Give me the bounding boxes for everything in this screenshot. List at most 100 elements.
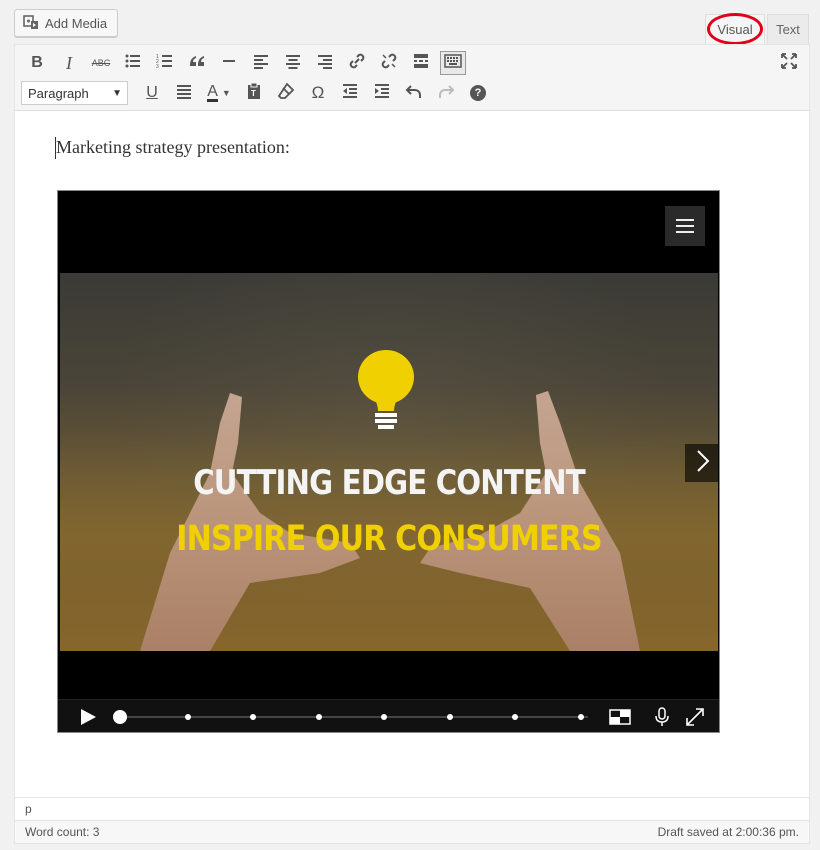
special-character-icon: Ω — [311, 83, 325, 102]
headline-2: INSPIRE OUR CONSUMERS — [176, 519, 602, 559]
word-count: Word count: 3 — [25, 825, 100, 839]
expand-icon — [684, 708, 706, 732]
tab-visual-label: Visual — [717, 22, 753, 37]
add-media-button[interactable]: Add Media — [14, 9, 118, 37]
redo-icon — [437, 82, 455, 105]
hamburger-icon-line — [676, 231, 694, 233]
play-icon — [78, 709, 98, 731]
next-slide-button[interactable] — [685, 444, 718, 482]
fullscreen-icon — [780, 52, 798, 75]
layout-icon — [609, 709, 631, 732]
audio-button[interactable] — [651, 706, 673, 728]
toolbar-toggle-icon — [444, 52, 462, 75]
align-right-button[interactable] — [309, 49, 341, 77]
outdent-button[interactable] — [334, 79, 366, 107]
paste-text-button[interactable]: T — [238, 79, 270, 107]
expand-button[interactable] — [684, 706, 706, 728]
toolbar-toggle-button[interactable] — [437, 49, 469, 77]
microphone-icon — [651, 707, 673, 732]
draft-saved-status: Draft saved at 2:00:36 pm. — [657, 825, 799, 839]
menu-button[interactable] — [665, 206, 705, 246]
slide-dot[interactable] — [447, 714, 453, 720]
italic-icon: I — [66, 52, 72, 73]
align-right-icon — [316, 52, 334, 75]
progress-knob[interactable] — [113, 710, 127, 724]
italic-button[interactable]: I — [53, 49, 85, 77]
underline-button[interactable]: U — [136, 79, 168, 107]
text-color-icon: A ▼ — [207, 84, 231, 102]
redo-button[interactable] — [430, 79, 462, 107]
editor-toolbar: B I ABC 123 Paragraph ▼ U A ▼ T Ω ? — [15, 45, 809, 111]
clear-formatting-button[interactable] — [270, 79, 302, 107]
bulleted-list-button[interactable] — [117, 49, 149, 77]
align-center-icon — [284, 52, 302, 75]
slide-dot[interactable] — [512, 714, 518, 720]
paste-text-icon: T — [245, 82, 263, 105]
numbered-list-button[interactable]: 123 — [149, 49, 181, 77]
editor-content[interactable]: Marketing strategy presentation: CUTTING… — [15, 111, 809, 797]
text-color-button[interactable]: A ▼ — [200, 79, 238, 107]
tab-text[interactable]: Text — [767, 14, 809, 44]
insert-link-icon — [348, 52, 366, 75]
presentation-embed[interactable]: CUTTING EDGE CONTENT INSPIRE OUR CONSUME… — [57, 190, 720, 733]
strikethrough-button[interactable]: ABC — [85, 49, 117, 77]
format-select[interactable]: Paragraph ▼ — [21, 81, 128, 105]
lightbulb-icon — [356, 349, 416, 433]
tab-text-label: Text — [776, 22, 800, 37]
insert-link-button[interactable] — [341, 49, 373, 77]
hands-image — [60, 391, 718, 651]
text-color-label: A — [207, 83, 218, 102]
align-left-icon — [252, 52, 270, 75]
toolbar-row-1: B I ABC 123 — [21, 49, 469, 77]
toolbar-row-2: Paragraph ▼ U A ▼ T Ω ? — [21, 79, 494, 107]
element-path-bar: p — [15, 797, 809, 820]
fullscreen-button[interactable] — [777, 51, 801, 75]
help-label: ? — [474, 87, 482, 99]
align-left-button[interactable] — [245, 49, 277, 77]
justify-button[interactable] — [168, 79, 200, 107]
special-character-button[interactable]: Ω — [302, 79, 334, 107]
format-select-value: Paragraph — [28, 85, 89, 101]
element-path[interactable]: p — [25, 802, 32, 816]
horizontal-line-button[interactable] — [213, 49, 245, 77]
help-button[interactable]: ? — [462, 79, 494, 107]
slide-dot[interactable] — [381, 714, 387, 720]
underline-icon: U — [146, 84, 158, 101]
indent-icon — [373, 82, 391, 105]
read-more-icon — [412, 52, 430, 75]
slide-image: CUTTING EDGE CONTENT INSPIRE OUR CONSUME… — [60, 273, 718, 651]
play-button[interactable] — [78, 707, 98, 727]
player-controls — [58, 699, 719, 732]
slide-dot[interactable] — [185, 714, 191, 720]
bold-icon: B — [31, 54, 43, 71]
tab-visual[interactable]: Visual — [705, 14, 765, 44]
chevron-down-icon: ▼ — [221, 88, 231, 98]
bold-button[interactable]: B — [21, 49, 53, 77]
clear-formatting-icon — [277, 82, 295, 105]
status-bar: Word count: 3 Draft saved at 2:00:36 pm. — [15, 820, 809, 843]
hamburger-icon-line — [676, 225, 694, 227]
undo-button[interactable] — [398, 79, 430, 107]
strikethrough-icon: ABC — [91, 58, 111, 68]
slide-layout-button[interactable] — [609, 706, 631, 728]
read-more-button[interactable] — [405, 49, 437, 77]
editor: B I ABC 123 Paragraph ▼ U A ▼ T Ω ? Mark… — [14, 44, 810, 844]
media-icon — [23, 14, 39, 33]
outdent-icon — [341, 82, 359, 105]
horizontal-line-icon — [220, 52, 238, 75]
slide-dot[interactable] — [578, 714, 584, 720]
indent-button[interactable] — [366, 79, 398, 107]
blockquote-button[interactable] — [181, 49, 213, 77]
slide-dot[interactable] — [316, 714, 322, 720]
bulleted-list-icon — [124, 52, 142, 75]
undo-icon — [405, 82, 423, 105]
hamburger-icon-line — [676, 219, 694, 221]
blockquote-icon — [188, 52, 206, 75]
remove-link-button[interactable] — [373, 49, 405, 77]
numbered-list-icon: 123 — [156, 52, 174, 75]
svg-text:3: 3 — [156, 64, 159, 70]
slide-dot[interactable] — [250, 714, 256, 720]
add-media-label: Add Media — [45, 15, 108, 31]
align-center-button[interactable] — [277, 49, 309, 77]
content-text: Marketing strategy presentation: — [56, 137, 290, 157]
